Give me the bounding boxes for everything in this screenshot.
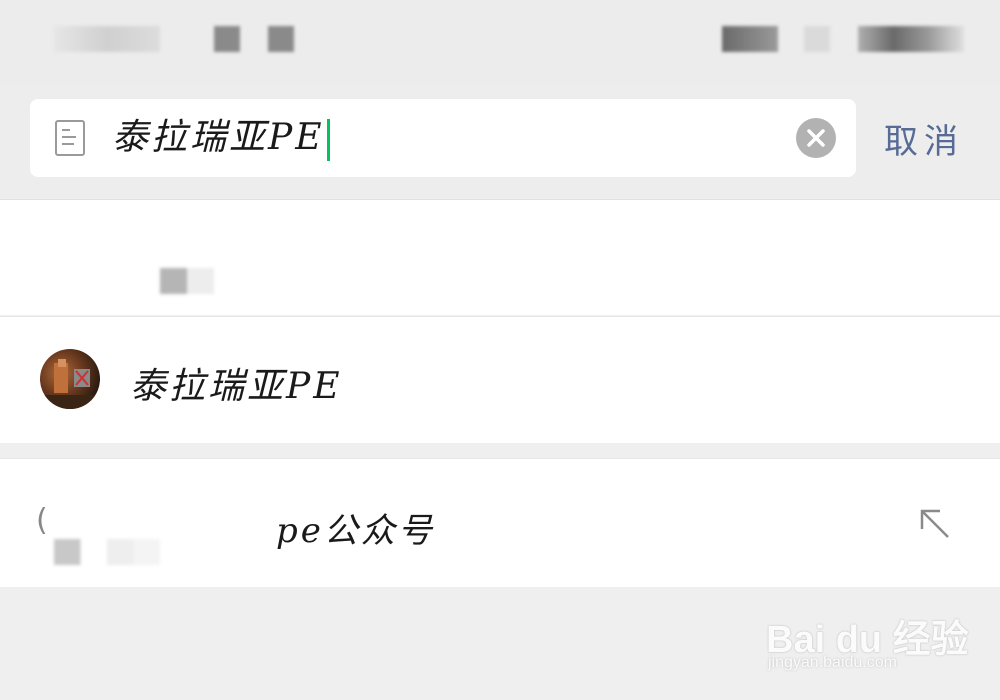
section-header-blur bbox=[160, 268, 214, 294]
text-caret bbox=[326, 119, 330, 161]
contact-result-row[interactable]: 泰拉瑞亚PE bbox=[0, 317, 1000, 443]
suggestion-row[interactable]: ( pe公众号 bbox=[0, 459, 1000, 587]
contact-name: 泰拉瑞亚PE bbox=[130, 366, 343, 407]
search-box[interactable]: 泰拉瑞亚PE bbox=[30, 99, 856, 177]
clear-button[interactable] bbox=[796, 118, 836, 158]
status-bar bbox=[0, 0, 1000, 86]
avatar-art bbox=[40, 359, 100, 409]
watermark-url: jingyan.baidu.com bbox=[768, 654, 897, 671]
suggestion-blur bbox=[54, 539, 160, 565]
status-blur-right-3 bbox=[858, 26, 964, 52]
status-blur-mid-1 bbox=[214, 26, 240, 52]
results-header-section bbox=[0, 199, 1000, 315]
status-blur-right-1 bbox=[722, 26, 778, 52]
baidu-watermark: Bai du 经验 jingyan.baidu.com bbox=[766, 596, 969, 686]
status-blur-mid-2 bbox=[268, 26, 294, 52]
status-blur-left bbox=[54, 26, 160, 52]
suggestion-prefix: ( bbox=[36, 503, 48, 538]
clear-icon bbox=[807, 129, 825, 147]
cancel-button[interactable]: 取消 bbox=[884, 114, 964, 163]
document-icon bbox=[55, 120, 85, 156]
search-input[interactable]: 泰拉瑞亚PE bbox=[112, 113, 330, 163]
search-query: 泰拉瑞亚PE bbox=[112, 117, 325, 158]
avatar bbox=[40, 349, 100, 409]
contact-results-section: 泰拉瑞亚PE bbox=[0, 316, 1000, 443]
search-area: 泰拉瑞亚PE 取消 bbox=[0, 86, 1000, 198]
status-blur-right-2 bbox=[804, 26, 830, 52]
suggestion-section: ( pe公众号 bbox=[0, 458, 1000, 587]
suggestion-text: pe公众号 bbox=[276, 511, 435, 551]
fill-arrow-icon[interactable] bbox=[916, 505, 952, 541]
